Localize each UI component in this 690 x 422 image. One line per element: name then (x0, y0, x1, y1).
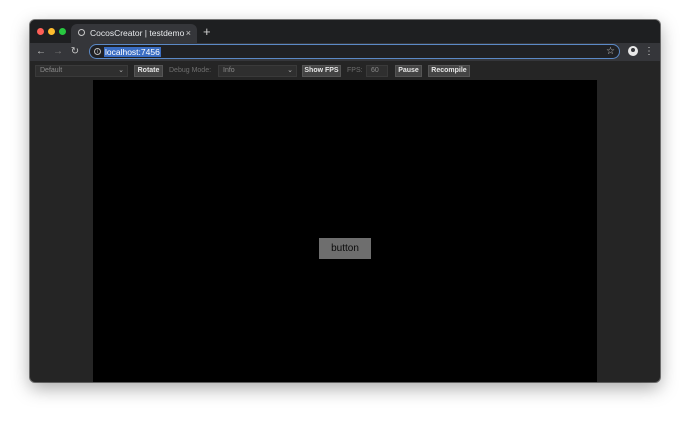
show-fps-button[interactable]: Show FPS (302, 65, 341, 77)
new-tab-icon[interactable]: + (203, 25, 211, 38)
device-select-value: Default (40, 67, 63, 74)
browser-window: CocosCreator | testdemo × + ← → ↻ i loca… (30, 20, 660, 382)
info-icon[interactable]: i (94, 48, 101, 55)
back-arrow-icon[interactable]: ← (35, 46, 47, 58)
navigation-bar: ← → ↻ i localhost:7456 ☆ ⋮ (30, 43, 660, 61)
zoom-window-button[interactable] (59, 28, 66, 35)
address-bar[interactable]: i localhost:7456 ☆ (89, 44, 620, 59)
fps-input[interactable]: 60 (366, 65, 388, 77)
recompile-button[interactable]: Recompile (428, 65, 470, 77)
debug-mode-value: Info (223, 67, 235, 74)
fps-label: FPS: (347, 67, 363, 74)
page-favicon-icon (78, 29, 85, 36)
kebab-menu-icon[interactable]: ⋮ (644, 46, 654, 58)
game-canvas[interactable]: button (93, 80, 597, 382)
url-text[interactable]: localhost:7456 (104, 47, 161, 57)
title-bar: CocosCreator | testdemo × + (30, 20, 660, 43)
rotate-button[interactable]: Rotate (134, 65, 163, 77)
profile-avatar-icon[interactable] (628, 46, 638, 56)
star-icon[interactable]: ☆ (606, 46, 615, 58)
tab-title: CocosCreator | testdemo (90, 28, 185, 38)
debug-mode-select[interactable]: Info ⌄ (218, 65, 297, 77)
reload-icon[interactable]: ↻ (69, 46, 81, 58)
minimize-window-button[interactable] (48, 28, 55, 35)
tab-close-icon[interactable]: × (186, 27, 191, 39)
chevron-down-icon: ⌄ (287, 67, 293, 74)
game-button[interactable]: button (319, 238, 371, 259)
preview-toolbar: Default ⌄ Rotate Debug Mode: Info ⌄ Show… (30, 61, 660, 80)
debug-mode-label: Debug Mode: (169, 67, 212, 74)
device-select[interactable]: Default ⌄ (35, 65, 128, 77)
forward-arrow-icon[interactable]: → (52, 46, 64, 58)
chevron-down-icon: ⌄ (118, 67, 124, 74)
browser-tab[interactable]: CocosCreator | testdemo × (71, 24, 197, 43)
close-window-button[interactable] (37, 28, 44, 35)
pause-button[interactable]: Pause (395, 65, 422, 77)
